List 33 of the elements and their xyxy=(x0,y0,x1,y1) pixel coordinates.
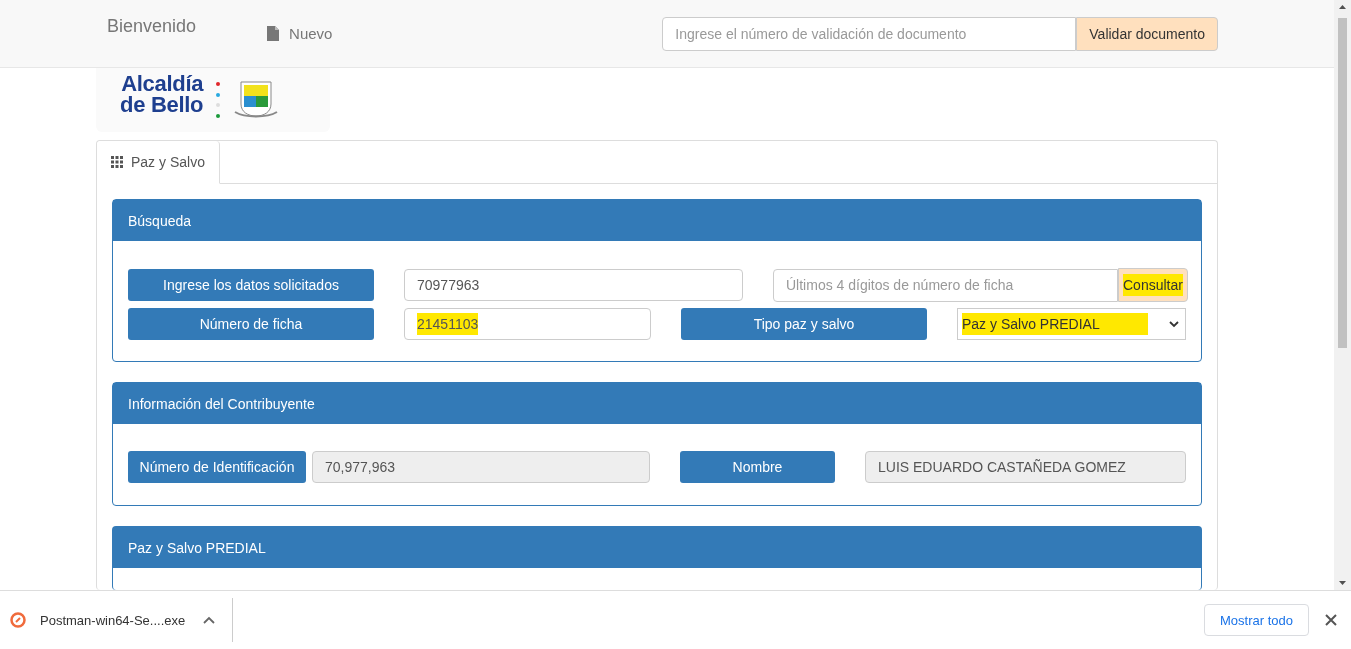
chevron-up-icon[interactable] xyxy=(203,616,216,624)
panel-title: Búsqueda xyxy=(113,200,1201,241)
scrollbar[interactable] xyxy=(1334,0,1351,590)
close-button[interactable] xyxy=(1323,612,1339,628)
document-icon xyxy=(267,26,280,41)
coat-of-arms-drawing xyxy=(233,80,280,120)
type-select[interactable]: Paz y Salvo PREDIAL xyxy=(957,308,1186,340)
ficha-input[interactable]: 21451103 xyxy=(404,308,651,340)
field-label: Número de ficha xyxy=(128,308,374,340)
dots-icon xyxy=(215,81,222,119)
panel-title: Paz y Salvo PREDIAL xyxy=(113,527,1201,568)
field-label: Número de Identificación xyxy=(128,451,306,483)
field-label: Nombre xyxy=(680,451,835,483)
grid-icon xyxy=(111,156,123,168)
validation-input[interactable]: Ingrese el número de validación de documento xyxy=(662,16,1077,51)
panel-title: Información del Contribuyente xyxy=(113,383,1201,424)
field-label: Ingrese los datos solicitados xyxy=(128,269,374,301)
download-file-name[interactable]: Postman-win64-Se....exe xyxy=(40,612,186,628)
validate-button[interactable]: Validar documento xyxy=(1076,16,1218,51)
id-number-field: 70,977,963 xyxy=(312,451,650,483)
brand-title[interactable]: Bienvenido xyxy=(107,16,197,37)
field-label: Tipo paz y salvo xyxy=(681,308,927,340)
logo-text: de Bello xyxy=(120,94,204,115)
tab[interactable]: Paz y Salvo xyxy=(97,141,220,184)
logo-text: Alcaldía xyxy=(121,73,204,94)
consult-button[interactable]: Consultar xyxy=(1118,268,1188,302)
download-file-icon xyxy=(10,612,26,628)
name-field: LUIS EDUARDO CASTAÑEDA GOMEZ xyxy=(865,451,1186,483)
chevron-down-icon xyxy=(1169,320,1179,328)
id-input[interactable]: 70977963 xyxy=(404,269,743,301)
new-link[interactable]: Nuevo xyxy=(267,25,333,42)
show-all-button[interactable]: Mostrar todo xyxy=(1204,604,1309,636)
close-icon xyxy=(1325,614,1337,626)
